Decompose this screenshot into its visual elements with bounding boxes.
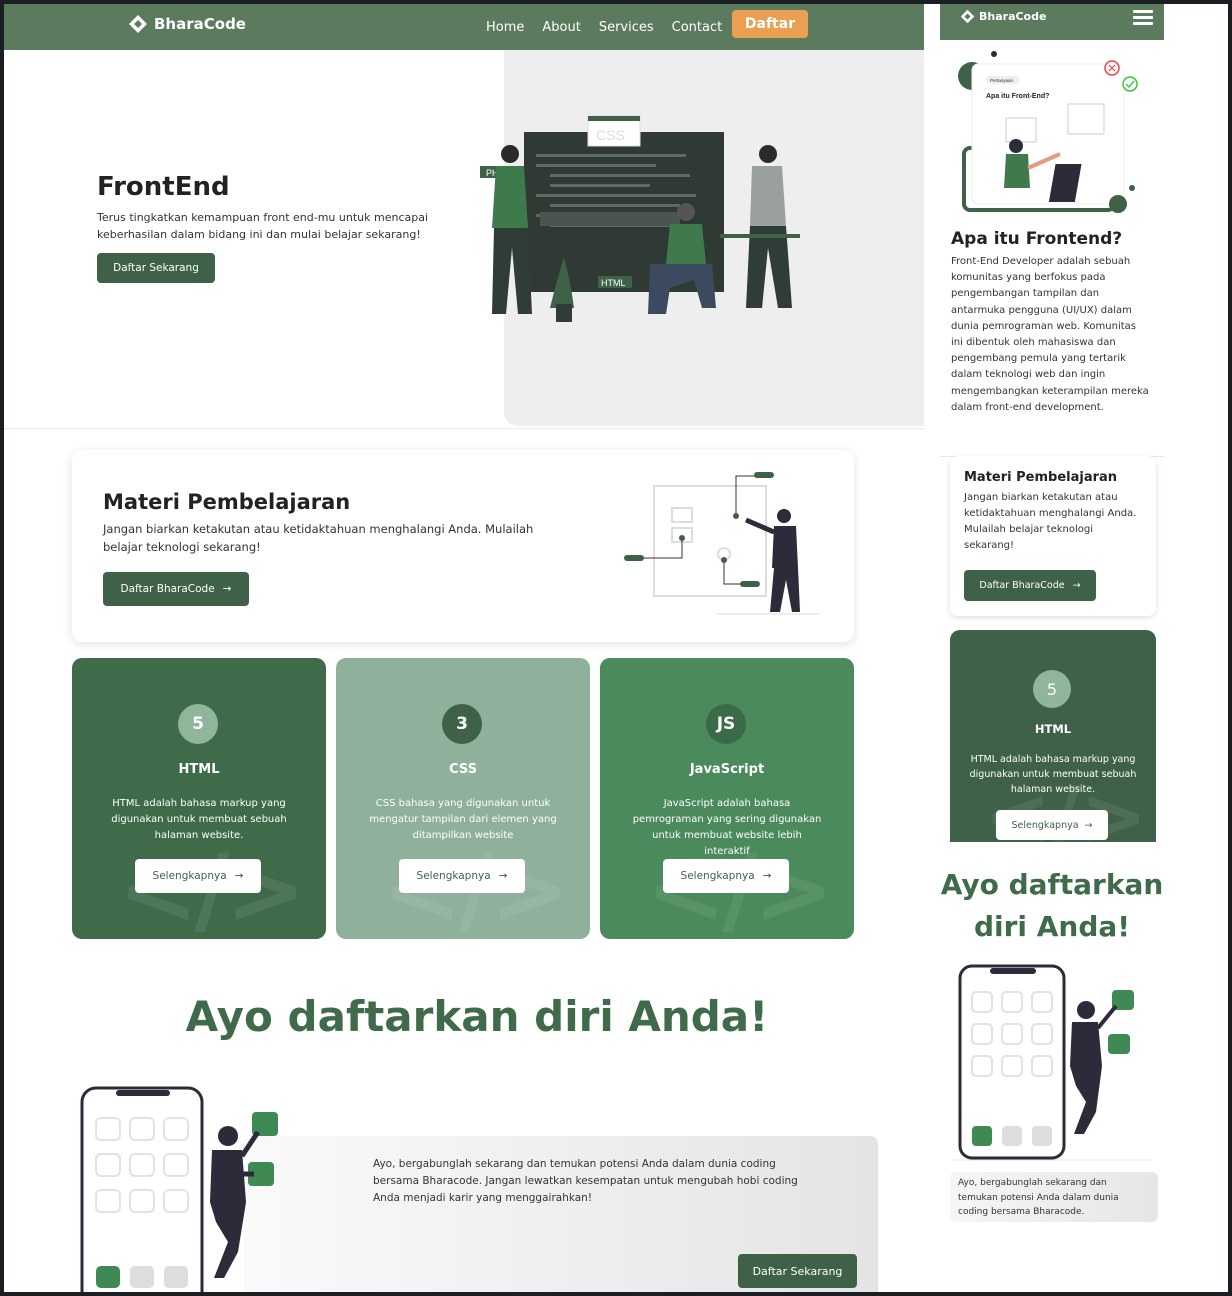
materi-description: Jangan biarkan ketakutan atau ketidaktah… (103, 522, 534, 554)
mobile-materi-description: Jangan biarkan ketakutan atau ketidaktah… (964, 492, 1137, 551)
cta-description: Ayo, bergabunglah sekarang dan temukan p… (373, 1158, 798, 1204)
selengkapnya-button[interactable]: Selengkapnya → (663, 859, 789, 893)
arrow-right-icon: → (222, 583, 232, 595)
brand-name: BharaCode (979, 10, 1047, 23)
selengkapnya-label: Selengkapnya (152, 870, 227, 882)
cta-register-button[interactable]: Daftar Sekarang (738, 1254, 857, 1288)
daftar-bharacode-label: Daftar BharaCode (120, 583, 215, 595)
arrow-right-icon: → (1072, 580, 1081, 591)
brand-logo[interactable]: BharaCode (128, 14, 246, 34)
hero-title: FrontEnd (97, 172, 230, 202)
course-card-description: JavaScript adalah bahasa pemrograman yan… (632, 798, 822, 857)
nav-link-contact[interactable]: Contact (672, 20, 723, 35)
course-card-title: HTML (178, 762, 220, 777)
hamburger-menu-icon[interactable] (1133, 10, 1153, 26)
arrow-right-icon: → (762, 870, 772, 882)
html-tag: HTML (601, 278, 626, 288)
hero-description: Terus tingkatkan kemampuan front end-mu … (97, 211, 429, 241)
js-glyph: JS (716, 714, 736, 734)
nav-link-services[interactable]: Services (599, 20, 654, 35)
nav-link-about[interactable]: About (542, 20, 580, 35)
arrow-right-icon: → (234, 870, 244, 882)
mobile-course-card-description: HTML adalah bahasa markup yang digunakan… (969, 754, 1137, 795)
question-tag: Pertanyaan (990, 78, 1014, 83)
about-frontend-title: Apa itu Frontend? (951, 229, 1123, 249)
hero-register-label: Daftar Sekarang (113, 262, 199, 274)
daftar-button[interactable]: Daftar (732, 10, 808, 38)
course-card-title: JavaScript (689, 762, 765, 777)
mobile-selengkapnya-label: Selengkapnya (1011, 819, 1079, 831)
hero-register-button[interactable]: Daftar Sekarang (97, 253, 215, 283)
logo-icon (960, 9, 975, 24)
mobile-cta-title: Ayo daftarkan diri Anda! (940, 868, 1164, 943)
question-heading: Apa itu Front-End? (986, 93, 1049, 100)
mobile-materi-title: Materi Pembelajaran (964, 470, 1118, 485)
selengkapnya-label: Selengkapnya (416, 870, 491, 882)
course-card-html: </> 5 HTML HTML adalah bahasa markup yan… (72, 658, 326, 939)
navbar: BharaCode Home About Services Contact Da… (4, 4, 924, 50)
nav-links: Home About Services Contact (486, 4, 722, 50)
mobile-selengkapnya-button[interactable]: Selengkapnya → (996, 810, 1108, 840)
html5-glyph: 5 (1046, 679, 1058, 699)
learning-flowchart-illustration (624, 472, 820, 615)
arrow-right-icon: → (498, 870, 508, 882)
mobile-course-card-html: </> 5 HTML HTML adalah bahasa markup yan… (950, 630, 1156, 842)
js-icon: JS (706, 704, 746, 744)
mobile-brand-logo[interactable]: BharaCode (960, 9, 1046, 24)
mobile-course-card-title: HTML (1034, 722, 1072, 736)
nav-link-home[interactable]: Home (486, 20, 524, 35)
css-tag: CSS (596, 127, 625, 143)
section-divider (4, 428, 924, 429)
selengkapnya-button[interactable]: Selengkapnya → (135, 859, 261, 893)
logo-icon (129, 15, 147, 33)
selengkapnya-label: Selengkapnya (680, 870, 755, 882)
html5-icon: 5 (1033, 670, 1071, 708)
course-card-javascript: </> JS JavaScript JavaScript adalah baha… (600, 658, 854, 939)
html5-icon: 5 (178, 704, 218, 744)
css3-icon: 3 (442, 704, 482, 744)
css3-glyph: 3 (456, 714, 468, 734)
brand-name: BharaCode (154, 15, 246, 33)
materi-title: Materi Pembelajaran (103, 490, 351, 514)
screenshot-frame: BharaCode Home About Services Contact Da… (4, 4, 1228, 1292)
desktop-view: BharaCode Home About Services Contact Da… (4, 4, 924, 1292)
mobile-cta-description: Ayo, bergabunglah sekarang dan temukan p… (958, 1178, 1119, 1217)
daftar-bharacode-button[interactable]: Daftar BharaCode → (103, 572, 249, 606)
phone-apps-illustration (80, 1086, 278, 1292)
course-card-title: CSS (449, 762, 477, 777)
arrow-right-icon: → (1084, 819, 1093, 831)
cta-register-label: Daftar Sekarang (752, 1264, 843, 1278)
html5-glyph: 5 (192, 714, 204, 734)
about-frontend-text: Front-End Developer adalah sebuah komuni… (951, 256, 1149, 413)
mobile-daftar-bharacode-label: Daftar BharaCode (979, 580, 1065, 591)
cta-title: Ayo daftarkan diri Anda! (185, 992, 769, 1041)
materi-card: Materi Pembelajaran Jangan biarkan ketak… (72, 450, 854, 642)
course-card-css: </> 3 CSS CSS bahasa yang digunakan untu… (336, 658, 590, 939)
course-card-description: HTML adalah bahasa markup yang digunakan… (111, 798, 287, 841)
frontend-question-illustration: Pertanyaan Apa itu Front-End? (958, 51, 1138, 213)
hero-team-coding-illustration: CSS PHP HTML (480, 115, 800, 322)
mobile-daftar-bharacode-button[interactable]: Daftar BharaCode → (964, 570, 1096, 601)
mobile-phone-apps-illustration (952, 964, 1152, 1161)
mobile-navbar: BharaCode (940, 4, 1164, 40)
selengkapnya-button[interactable]: Selengkapnya → (399, 859, 525, 893)
mobile-materi-card: Materi Pembelajaran Jangan biarkan ketak… (950, 456, 1156, 616)
course-card-description: CSS bahasa yang digunakan untuk mengatur… (369, 798, 557, 841)
mobile-view: BharaCode Pertanyaan Apa itu Front-End? (940, 4, 1164, 1292)
